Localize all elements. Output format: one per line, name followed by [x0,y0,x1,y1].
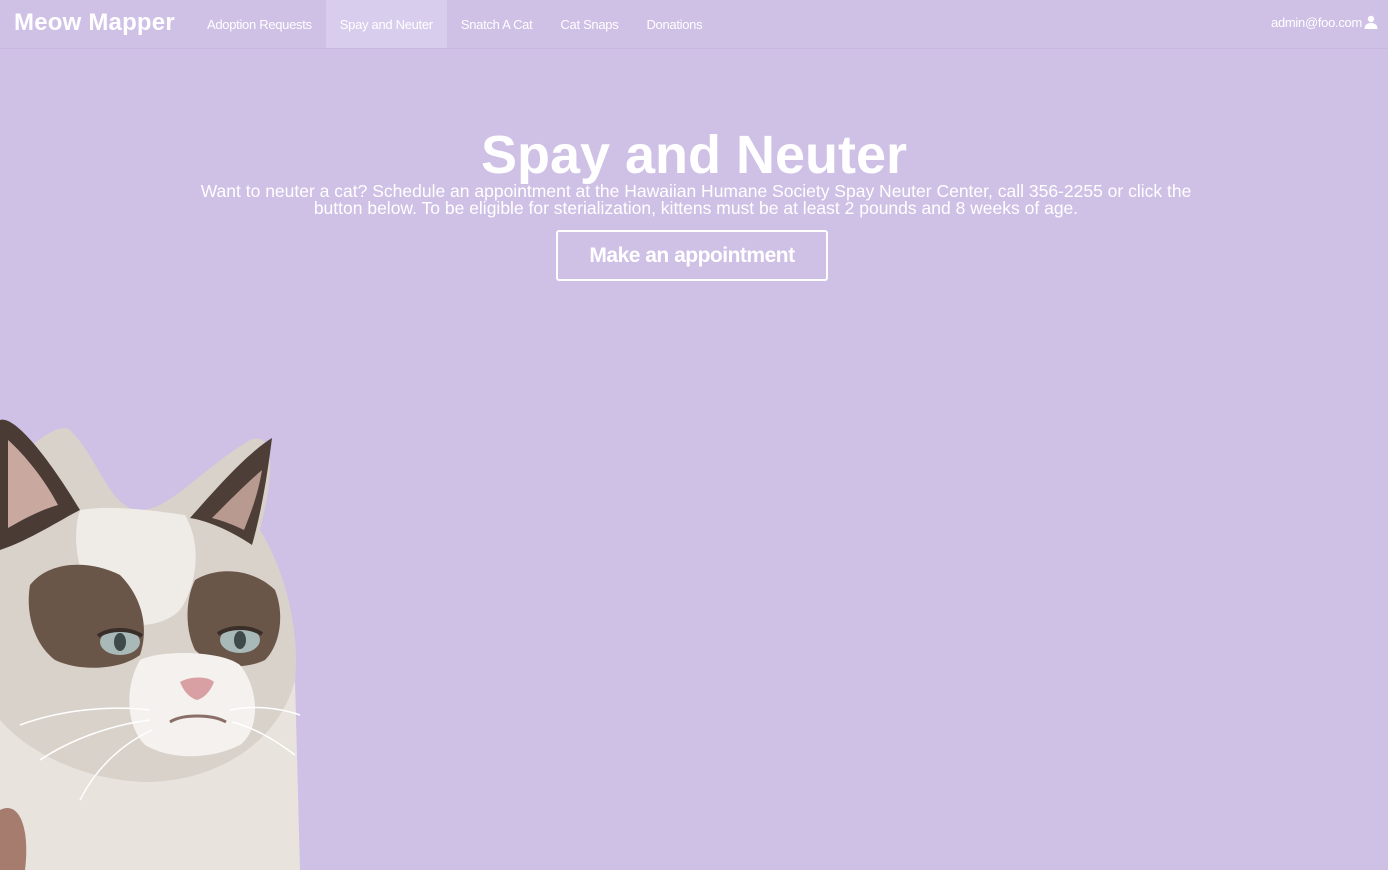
nav-item-donations[interactable]: Donations [632,0,716,48]
user-email: admin@foo.com [1271,14,1362,30]
nav-item-snatch-a-cat[interactable]: Snatch A Cat [447,0,547,48]
hero-description: Want to neuter a cat? Schedule an appoin… [200,181,1192,218]
make-appointment-button[interactable]: Make an appointment [556,230,828,281]
grumpy-cat-image [0,419,301,870]
nav-item-spay-and-neuter[interactable]: Spay and Neuter [325,0,447,48]
nav-item-cat-snaps[interactable]: Cat Snaps [546,0,632,48]
nav-item-adoption-requests[interactable]: Adoption Requests [193,0,326,48]
nav-menu: Adoption Requests Spay and Neuter Snatch… [193,0,716,48]
user-menu[interactable]: admin@foo.com [1271,0,1378,44]
user-icon [1364,15,1378,29]
navbar: Meow Mapper Adoption Requests Spay and N… [0,0,1388,49]
page-title: Spay and Neuter [480,125,908,185]
brand-logo-link[interactable]: Meow Mapper [14,7,175,39]
